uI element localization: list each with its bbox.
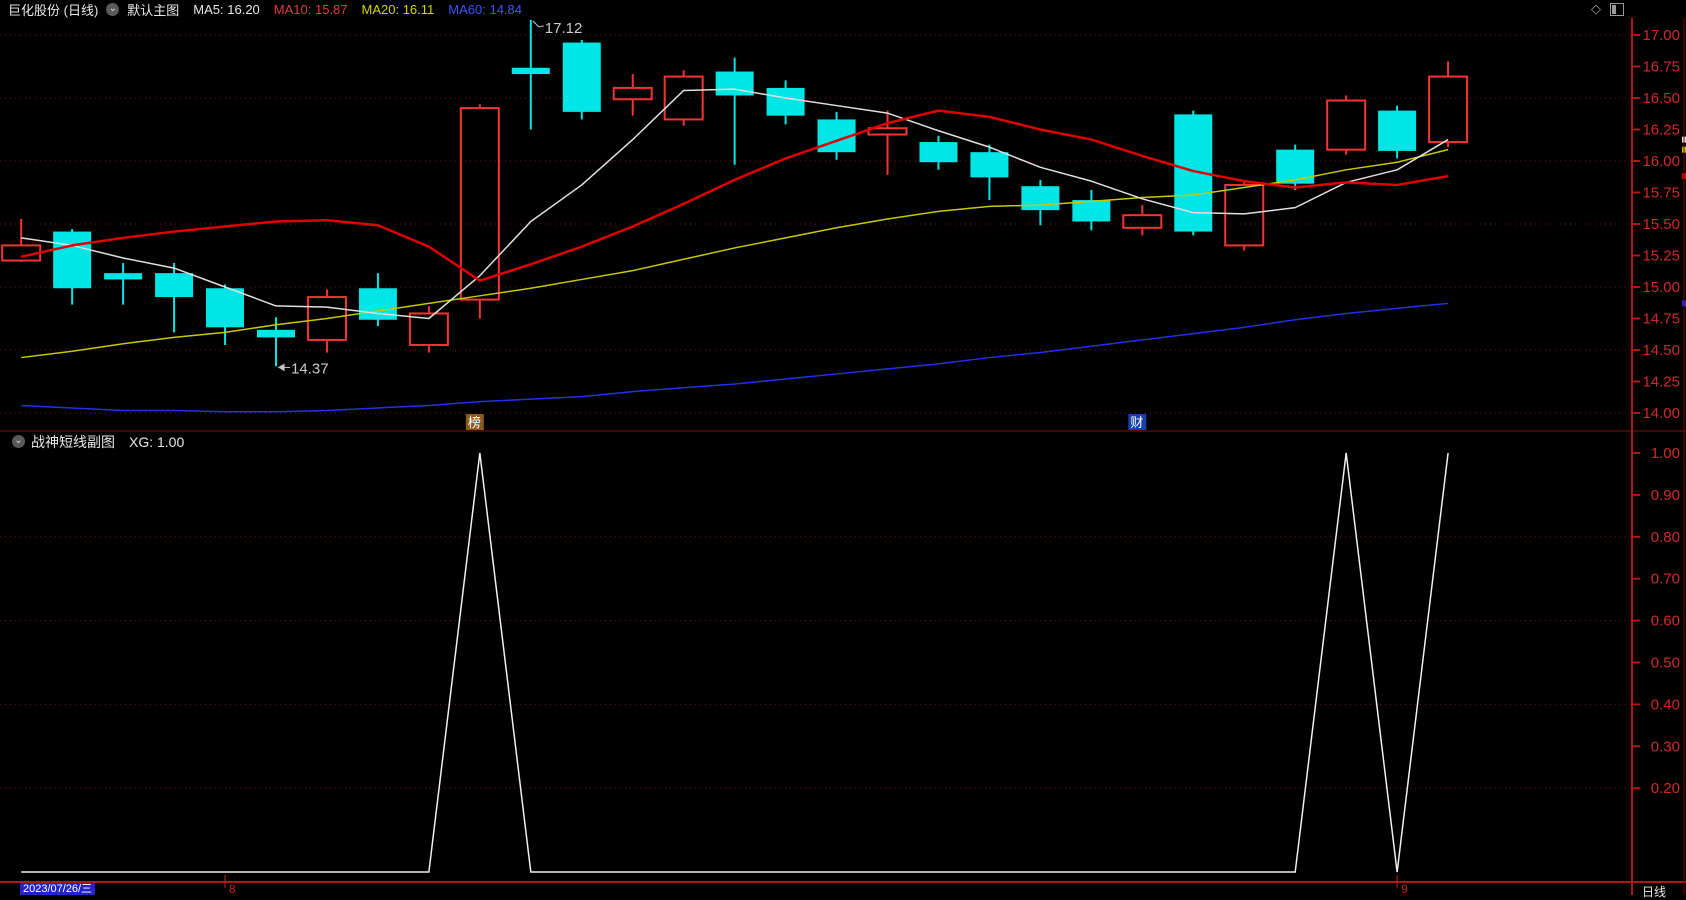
stock-title: 巨化股份 (日线) (8, 2, 99, 18)
candle-body-down (919, 142, 958, 163)
indicator-axis-label: 0.90 (1651, 487, 1680, 504)
candle-body-down (511, 67, 550, 75)
candle-body-down (970, 152, 1009, 178)
price-axis-label: 14.75 (1642, 311, 1680, 328)
price-axis-label: 14.00 (1642, 405, 1680, 422)
price-axis-label: 16.50 (1642, 90, 1680, 107)
date-chip: 2023/07/26/三 (20, 883, 96, 895)
price-axis-label: 14.25 (1642, 374, 1680, 391)
sub-panel-header: ⌄ 战神短线副图 XG: 1.00 (0, 433, 1686, 450)
candle-body-down (155, 273, 194, 298)
price-annotation: 17.12 (545, 20, 583, 37)
indicator-axis-label: 0.80 (1651, 529, 1680, 546)
price-axis-label: 16.00 (1642, 153, 1680, 170)
indicator-axis-label: 0.70 (1651, 571, 1680, 588)
indicator-axis-label: 0.50 (1651, 655, 1680, 672)
annotation-arrow (532, 20, 544, 28)
xg-value: XG: 1.00 (129, 433, 185, 450)
candle-body-down (562, 42, 601, 112)
main-overlay-selector[interactable]: 默认主图 (127, 0, 179, 19)
price-axis-label: 16.75 (1642, 59, 1680, 76)
chevron-circle-icon[interactable]: ⌄ (12, 435, 25, 448)
candle-body-up (1428, 75, 1469, 144)
ma60-value: MA60: 14.84 (448, 1, 522, 17)
candle-body-up (612, 86, 653, 101)
candle-body-down (1378, 110, 1417, 151)
event-marker-text: 榜 (468, 415, 481, 430)
price-axis-label: 16.25 (1642, 122, 1680, 139)
diamond-icon[interactable]: ◇ (1591, 2, 1601, 16)
time-axis-bar: 2023/07/26/三 (0, 883, 1686, 895)
candle-body-up (1122, 214, 1163, 229)
candle-body-down (1072, 200, 1111, 222)
price-axis-label: 15.50 (1642, 216, 1680, 233)
period-label[interactable]: 日线 (1642, 883, 1666, 900)
price-axis-label: 15.75 (1642, 185, 1680, 202)
indicator-axis-label: 0.20 (1651, 780, 1680, 797)
split-window-icon[interactable] (1610, 2, 1624, 16)
event-marker-text: 财 (1130, 415, 1143, 430)
price-annotation: 14.37 (291, 360, 329, 377)
header-bar: 巨化股份 (日线) ⌄ 默认主图 MA5: 16.20 MA10: 15.87 … (0, 0, 1686, 18)
xg-indicator-line (21, 452, 1449, 873)
indicator-axis-label: 0.30 (1651, 738, 1680, 755)
window-controls: ◇ (1591, 1, 1624, 17)
candle-body-down (53, 231, 92, 289)
sub-indicator-title[interactable]: 战神短线副图 (31, 432, 115, 452)
ma20-value: MA20: 16.11 (361, 1, 435, 17)
annotation-arrow (277, 363, 290, 372)
candle-body-down (104, 273, 143, 280)
candle-body-down (1021, 186, 1060, 211)
candle-body-down (1276, 149, 1315, 184)
indicator-axis-label: 0.60 (1651, 613, 1680, 630)
candle-body-down (206, 288, 245, 328)
candle-body-up (867, 127, 908, 136)
candle-body-down (257, 329, 295, 338)
ma10-value: MA10: 15.87 (273, 1, 348, 17)
candle-body-down (766, 87, 805, 116)
indicator-axis-label: 0.40 (1651, 696, 1680, 713)
price-axis-label: 15.25 (1642, 248, 1680, 265)
ma5-value: MA5: 16.20 (193, 1, 260, 17)
candle-body-up (1224, 183, 1265, 247)
price-axis-label: 17.00 (1642, 27, 1680, 44)
price-axis-label: 15.00 (1642, 279, 1680, 296)
chevron-circle-icon[interactable]: ⌄ (106, 2, 120, 16)
price-axis-label: 14.50 (1642, 342, 1680, 359)
candle-body-up (1326, 99, 1367, 151)
